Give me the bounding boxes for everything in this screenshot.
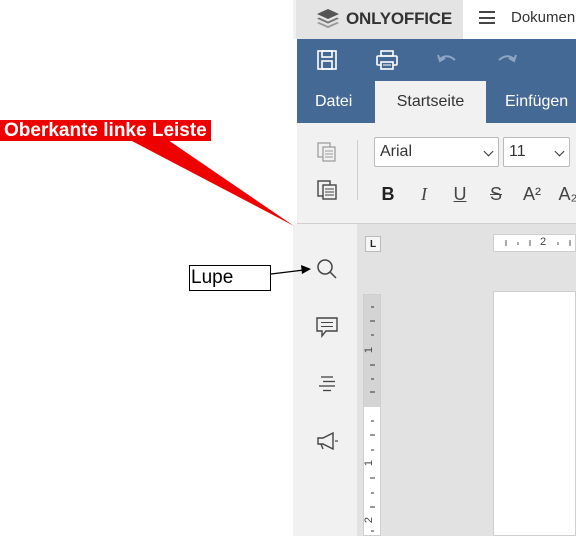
search-icon[interactable] — [315, 257, 339, 281]
left-sidebar — [293, 224, 357, 536]
ribbon-divider — [357, 140, 358, 200]
tab-stop-label: L — [370, 239, 377, 250]
comments-icon[interactable] — [315, 315, 339, 339]
document-page[interactable] — [493, 291, 576, 536]
bold-button[interactable]: B — [374, 180, 402, 208]
subscript-button[interactable]: A₂ — [554, 180, 576, 208]
paste-icon[interactable] — [316, 179, 338, 201]
callout-pointer-icon — [130, 140, 294, 226]
horizontal-ruler[interactable]: 2 — [493, 234, 576, 252]
font-name-select[interactable]: Arial — [374, 137, 499, 167]
app-logo-text: ONLYOFFICE — [346, 9, 452, 28]
italic-button[interactable]: I — [410, 180, 438, 208]
vertical-ruler[interactable]: 1 1 2 — [363, 294, 381, 536]
tab-file[interactable]: Datei — [315, 81, 352, 123]
font-size-select[interactable]: 11 — [503, 137, 570, 167]
superscript-button[interactable]: A² — [518, 180, 546, 208]
feedback-megaphone-icon[interactable] — [315, 429, 339, 453]
chevron-down-icon — [554, 146, 565, 157]
copy-icon[interactable] — [316, 141, 338, 163]
document-title: Dokumen — [511, 9, 576, 26]
navigation-icon[interactable] — [315, 372, 339, 396]
ruler-number: 1 — [363, 459, 376, 467]
document-tab[interactable]: Dokumen — [463, 0, 576, 39]
ribbon-panel: Arial 11 B I U S A² A₂ — [297, 123, 576, 224]
title-bar: ONLYOFFICE Dokumen — [293, 0, 576, 39]
ruler-number: 2 — [363, 516, 376, 524]
font-size-value: 11 — [509, 143, 526, 160]
callout-label: Oberkante linke Leiste — [0, 120, 211, 141]
onlyoffice-logo-icon — [317, 9, 339, 29]
underline-button[interactable]: U — [446, 180, 474, 208]
editor-app: ONLYOFFICE Dokumen Datei Startseite Einf… — [293, 0, 576, 536]
quick-access-toolbar — [297, 39, 576, 81]
tab-insert[interactable]: Einfügen — [505, 81, 568, 123]
undo-icon[interactable] — [435, 49, 459, 71]
tab-home[interactable]: Startseite — [375, 81, 486, 123]
ruler-number: 2 — [540, 236, 547, 248]
document-workarea: L 2 1 1 2 — [357, 224, 576, 536]
hamburger-menu-icon[interactable] — [479, 11, 495, 25]
strikethrough-button[interactable]: S — [482, 180, 510, 208]
redo-icon[interactable] — [495, 49, 519, 71]
print-icon[interactable] — [375, 49, 399, 71]
chevron-down-icon — [483, 146, 494, 157]
ruler-ticks-icon — [370, 306, 375, 532]
ruler-number: 1 — [363, 346, 376, 354]
tab-stop-button[interactable]: L — [365, 236, 381, 252]
font-name-value: Arial — [380, 143, 413, 160]
logo-tab[interactable]: ONLYOFFICE — [296, 0, 463, 39]
ruler-ticks-icon — [505, 240, 571, 246]
ribbon-tabs: Datei Startseite Einfügen — [297, 81, 576, 123]
lupe-label: Lupe — [189, 265, 271, 291]
save-icon[interactable] — [315, 49, 339, 71]
